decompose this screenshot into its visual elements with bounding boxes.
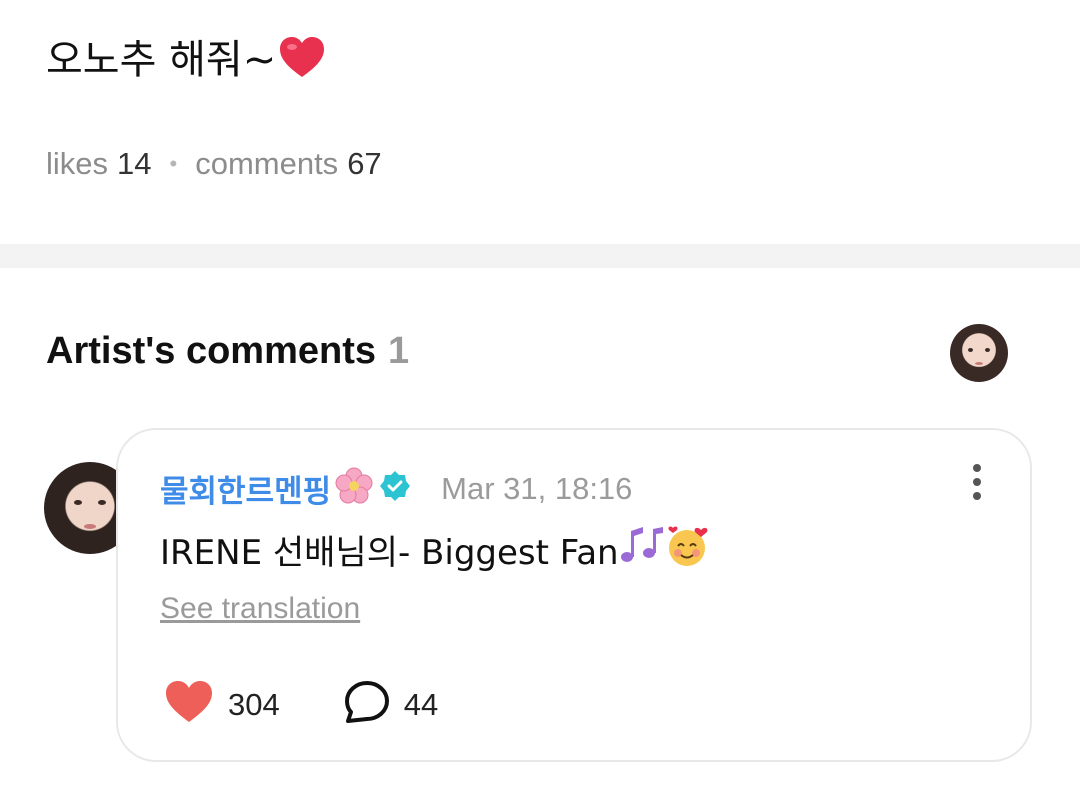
- post-text-row: 오노추 해줘~: [46, 30, 326, 96]
- more-options-icon[interactable]: [972, 464, 982, 504]
- comment-timestamp: Mar 31, 18:16: [441, 470, 633, 506]
- see-translation-link[interactable]: See translation: [160, 592, 360, 626]
- music-notes-icon: [619, 525, 665, 574]
- comments-label[interactable]: comments: [195, 146, 338, 182]
- artist-comments-count: 1: [388, 330, 410, 372]
- separator-dot: •: [169, 151, 178, 176]
- comment-text-row: IRENE 선배님의- Biggest Fan: [160, 522, 711, 577]
- comment-username[interactable]: 물회한르멘핑: [160, 466, 331, 511]
- post-stats: likes 14 • comments 67: [46, 146, 382, 182]
- like-button[interactable]: 304: [164, 680, 280, 729]
- verified-badge-icon: [379, 470, 411, 507]
- red-heart-icon: [278, 35, 326, 96]
- heart-icon: [164, 680, 214, 729]
- artist-avatar[interactable]: [950, 324, 1008, 382]
- reply-button[interactable]: 44: [344, 680, 438, 729]
- comments-count[interactable]: 67: [347, 146, 381, 182]
- comment-actions: 304 44: [164, 680, 438, 729]
- smiling-hearts-emoji-icon: [665, 522, 711, 577]
- comment-text: IRENE 선배님의- Biggest Fan: [160, 533, 619, 573]
- post-text: 오노추 해줘~: [46, 37, 277, 83]
- like-count: 304: [228, 686, 280, 722]
- likes-label[interactable]: likes: [46, 146, 108, 182]
- likes-count[interactable]: 14: [117, 146, 151, 182]
- artist-comments-header: Artist's comments 1: [46, 330, 409, 373]
- artist-comment-card[interactable]: 물회한르멘핑 Mar 31, 18:16 IRENE 선배님의- Biggest…: [116, 428, 1032, 762]
- comment-header: 물회한르멘핑 Mar 31, 18:16: [160, 466, 632, 511]
- section-divider: [0, 244, 1080, 268]
- cherry-blossom-icon: [335, 467, 373, 510]
- speech-bubble-icon: [344, 680, 390, 729]
- artist-comments-title: Artist's comments: [46, 330, 377, 372]
- reply-count: 44: [403, 686, 439, 722]
